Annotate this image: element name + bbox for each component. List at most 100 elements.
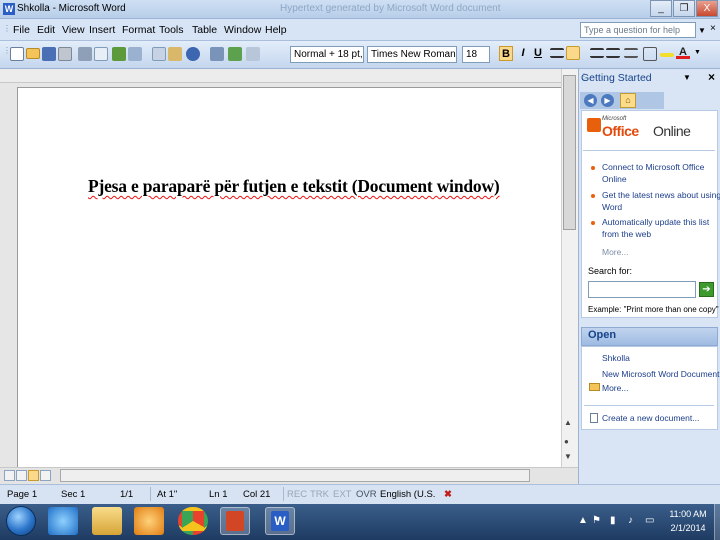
forward-arrow-icon[interactable]: ▶: [601, 94, 614, 107]
new-document-icon[interactable]: [10, 47, 24, 61]
vertical-scroll-thumb[interactable]: [563, 75, 576, 230]
italic-button[interactable]: I: [516, 46, 530, 61]
menu-table[interactable]: Table: [192, 24, 217, 36]
menu-insert[interactable]: Insert: [89, 24, 115, 36]
network-icon[interactable]: ▮: [610, 515, 616, 526]
open-more-link[interactable]: More...: [602, 383, 628, 393]
more-link[interactable]: More...: [602, 246, 628, 258]
folder-icon: [589, 383, 600, 391]
word-app-icon[interactable]: W: [3, 3, 15, 15]
indent-icon[interactable]: [624, 48, 638, 58]
menu-edit[interactable]: Edit: [37, 24, 55, 36]
bold-button[interactable]: B: [499, 46, 513, 61]
cut-icon[interactable]: [152, 47, 166, 61]
borders-icon[interactable]: [643, 47, 657, 61]
internet-explorer-icon[interactable]: [48, 507, 78, 535]
status-page: Page 1: [7, 489, 38, 500]
insert-hyperlink-icon[interactable]: [210, 47, 224, 61]
status-ovr[interactable]: OVR: [356, 489, 377, 500]
auto-update-link[interactable]: Automatically update this list: [602, 216, 709, 228]
action-center-icon[interactable]: ⚑: [592, 515, 601, 526]
status-ext[interactable]: EXT: [333, 489, 351, 500]
bullets-icon[interactable]: [606, 48, 620, 58]
minimize-button[interactable]: _: [650, 0, 672, 17]
browse-object-icon[interactable]: ●: [564, 437, 569, 446]
recent-file-link[interactable]: New Microsoft Word Document: [602, 369, 719, 379]
latest-news-link-cont[interactable]: Word: [602, 201, 622, 213]
task-pane-dropdown-icon[interactable]: ▼: [683, 73, 691, 82]
connect-office-online-link-cont[interactable]: Online: [602, 173, 627, 185]
horizontal-scroll-thumb[interactable]: [60, 469, 530, 482]
document-close-icon[interactable]: ×: [710, 23, 716, 34]
open-folder-icon[interactable]: [26, 48, 40, 59]
status-pages: 1/1: [120, 489, 134, 500]
font-select[interactable]: Times New Roman: [367, 46, 457, 63]
menu-file[interactable]: File: [13, 24, 30, 36]
connect-office-online-link[interactable]: Connect to Microsoft Office: [602, 161, 704, 173]
ruler[interactable]: [0, 69, 578, 83]
latest-news-link[interactable]: Get the latest news about using: [602, 189, 720, 201]
spelling-status-icon[interactable]: ✖: [444, 489, 452, 500]
media-player-icon[interactable]: [134, 507, 164, 535]
font-color-dropdown-icon[interactable]: ▼: [694, 49, 701, 56]
menu-window[interactable]: Window: [224, 24, 261, 36]
help-dropdown-icon[interactable]: ▼: [698, 26, 706, 35]
search-input[interactable]: [588, 281, 696, 298]
research-icon[interactable]: [128, 47, 142, 61]
status-language[interactable]: English (U.S.: [380, 489, 435, 500]
bullet-icon: [591, 194, 595, 198]
recent-file-link[interactable]: Shkolla: [602, 353, 630, 363]
drawing-icon[interactable]: [228, 47, 242, 61]
chrome-icon[interactable]: [178, 507, 208, 535]
highlight-icon[interactable]: [660, 53, 674, 57]
underline-button[interactable]: U: [531, 46, 545, 61]
align-left-icon[interactable]: [550, 48, 564, 58]
menu-view[interactable]: View: [62, 24, 85, 36]
volume-icon[interactable]: ♪: [628, 515, 633, 526]
menu-help[interactable]: Help: [265, 24, 287, 36]
style-select[interactable]: Normal + 18 pt, E: [290, 46, 364, 63]
restore-button[interactable]: ❐: [673, 0, 695, 17]
document-heading-text[interactable]: Pjesa e paraparë për futjen e tekstit (D…: [88, 176, 500, 197]
status-rec[interactable]: REC: [287, 489, 307, 500]
start-button[interactable]: [6, 506, 36, 536]
show-desktop-button[interactable]: [714, 504, 720, 540]
document-page[interactable]: [17, 87, 561, 467]
close-window-button[interactable]: X: [696, 0, 718, 17]
menu-tools[interactable]: Tools: [159, 24, 184, 36]
file-explorer-icon[interactable]: [92, 507, 122, 535]
print-icon[interactable]: [78, 47, 92, 61]
logo-microsoft-text: Microsoft: [602, 116, 627, 122]
outline-view-icon[interactable]: [40, 470, 51, 481]
back-arrow-icon[interactable]: ◀: [584, 94, 597, 107]
print-preview-icon[interactable]: [94, 47, 108, 61]
menu-format[interactable]: Format: [122, 24, 155, 36]
web-layout-view-icon[interactable]: [16, 470, 27, 481]
menu-grip: ⋮: [3, 24, 11, 33]
numbering-icon[interactable]: [590, 48, 604, 58]
power-icon[interactable]: ▭: [645, 515, 654, 526]
home-icon[interactable]: ⌂: [620, 93, 636, 108]
previous-page-icon[interactable]: ▲: [564, 418, 572, 427]
help-search-input[interactable]: Type a question for help: [580, 22, 696, 38]
next-page-icon[interactable]: ▼: [564, 452, 572, 461]
show-hide-icon[interactable]: [246, 47, 260, 61]
status-trk[interactable]: TRK: [310, 489, 329, 500]
align-center-icon[interactable]: [566, 46, 580, 60]
undo-icon[interactable]: [186, 47, 200, 61]
show-hidden-icons-icon[interactable]: ▲: [578, 515, 588, 526]
create-new-document-link[interactable]: Create a new document...: [602, 413, 699, 423]
status-section: Sec 1: [61, 489, 86, 500]
font-color-icon[interactable]: A: [676, 45, 690, 59]
paste-icon[interactable]: [168, 47, 182, 61]
spelling-icon[interactable]: [112, 47, 126, 61]
normal-view-icon[interactable]: [4, 470, 15, 481]
permission-icon[interactable]: [58, 47, 72, 61]
system-clock[interactable]: 11:00 AM 2/1/2014: [660, 507, 716, 535]
save-icon[interactable]: [42, 47, 56, 61]
font-size-select[interactable]: 18: [462, 46, 490, 63]
search-go-icon[interactable]: ➔: [699, 282, 714, 297]
print-layout-view-icon[interactable]: [28, 470, 39, 481]
task-pane-close-icon[interactable]: ×: [708, 70, 715, 84]
auto-update-link-cont[interactable]: from the web: [602, 228, 651, 240]
